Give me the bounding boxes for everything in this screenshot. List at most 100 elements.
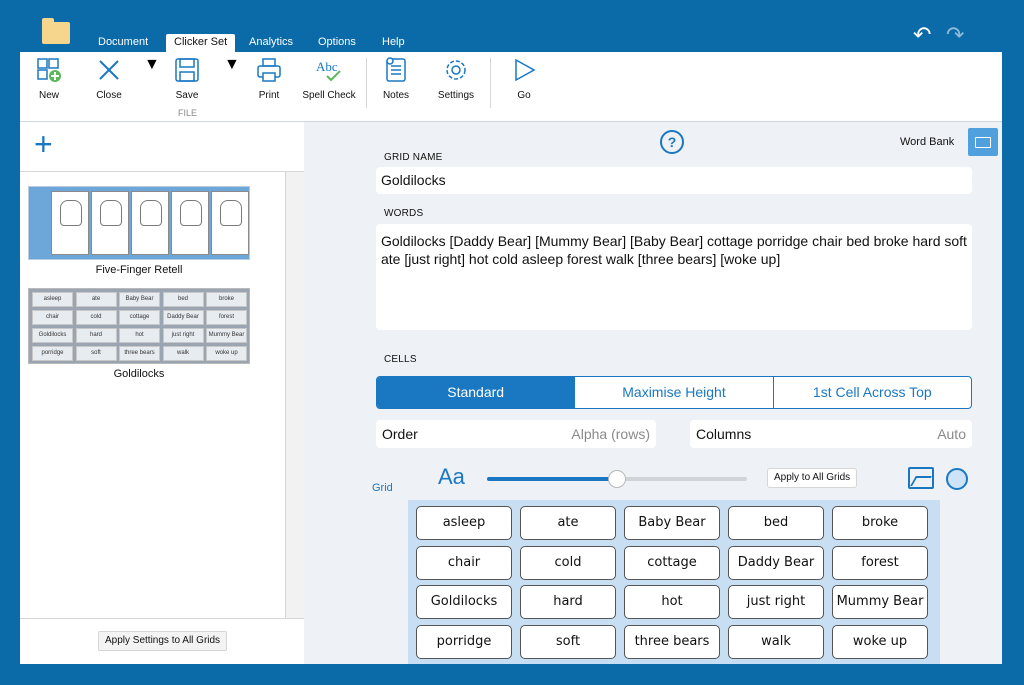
apply-settings-all-grids-button[interactable]: Apply Settings to All Grids	[98, 631, 228, 651]
word-bank-icon[interactable]	[968, 128, 998, 156]
five-finger-retell-preview	[28, 186, 250, 260]
hand-panel	[131, 191, 169, 255]
tab-help[interactable]: Help	[382, 36, 405, 48]
grid-cell[interactable]: hot	[624, 585, 720, 619]
set-name: Five-Finger Retell	[95, 264, 183, 276]
save-icon	[175, 58, 199, 82]
grid-cell[interactable]: just right	[728, 585, 824, 619]
add-icon[interactable]: +	[34, 128, 53, 160]
goldilocks-preview: asleep ate Baby Bear bed broke chair cold cotta…	[28, 288, 250, 364]
close-dropdown-arrow[interactable]: ▼	[144, 56, 160, 74]
circle-icon[interactable]	[946, 468, 968, 490]
grid-cell[interactable]: three bears	[624, 624, 720, 659]
grid-cell[interactable]: ate	[520, 506, 616, 540]
sidebar-header: +	[20, 122, 304, 172]
order-value: Alpha (rows)	[571, 426, 650, 442]
close-icon	[99, 60, 119, 80]
help-icon[interactable]: ?	[660, 130, 684, 154]
grid-cell[interactable]: Mummy Bear	[832, 585, 928, 619]
tab-options[interactable]: Options	[318, 36, 356, 48]
grid-cell[interactable]: porridge	[416, 624, 512, 659]
cell-mode-first-cell-across-top[interactable]: 1st Cell Across Top	[774, 377, 971, 408]
tab-clicker-set[interactable]: Clicker Set	[166, 34, 236, 52]
grid-cell[interactable]: broke	[832, 506, 928, 540]
folder-icon[interactable]	[42, 18, 70, 44]
order-label: Order	[382, 426, 418, 442]
columns-label: Columns	[696, 426, 752, 442]
hand-panel	[91, 191, 129, 255]
save-label: Save	[175, 90, 199, 101]
new-icon	[37, 58, 61, 82]
font-size-icon: Aa	[438, 464, 465, 489]
thumbnail-cell: soft	[75, 346, 117, 361]
set-thumbnail-goldilocks[interactable]: asleep ate Baby Bear bed broke chair cold cotta…	[28, 288, 250, 380]
thumbnail-cell: forest	[206, 310, 247, 325]
grid-cell[interactable]: soft	[520, 624, 616, 659]
thumbnail-cell: walk	[162, 346, 204, 361]
order-dropdown[interactable]: Order Alpha (rows)	[376, 420, 656, 448]
thumbnail-cell: Daddy Bear	[162, 310, 204, 325]
word-bank-label: Word Bank	[900, 136, 955, 148]
close-label: Close	[96, 90, 122, 101]
grid-cell[interactable]: chair	[416, 545, 512, 580]
thumbnail-cell: Mummy Bear	[206, 328, 247, 343]
close-button[interactable]: Close	[94, 56, 124, 101]
settings-icon	[446, 60, 466, 80]
grid-cell[interactable]: hard	[520, 585, 616, 619]
grid-cell[interactable]: walk	[728, 624, 824, 659]
thumbnail-cell: cottage	[119, 310, 160, 325]
image-icon[interactable]	[908, 467, 934, 489]
notes-button[interactable]: Notes	[380, 56, 412, 101]
spell-check-button[interactable]: Abc Spell Check	[302, 56, 356, 101]
set-name: Goldilocks	[113, 368, 165, 380]
slider-fill	[487, 477, 617, 481]
grid-cell[interactable]: bed	[728, 506, 824, 540]
notes-icon	[386, 57, 406, 82]
cell-mode-maximise-height[interactable]: Maximise Height	[575, 377, 774, 408]
grid-cell[interactable]: Baby Bear	[624, 506, 720, 540]
go-label: Go	[517, 90, 531, 101]
new-button[interactable]: New	[34, 56, 64, 101]
words-label: WORDS	[384, 208, 424, 219]
print-icon	[257, 58, 281, 82]
tab-document[interactable]: Document	[98, 36, 148, 48]
settings-button[interactable]: Settings	[436, 56, 476, 101]
undo-icon[interactable]: ↶	[913, 22, 931, 48]
save-dropdown-arrow[interactable]: ▼	[224, 56, 240, 74]
svg-text:Abc: Abc	[316, 59, 338, 74]
grid-cell[interactable]: Daddy Bear	[728, 545, 824, 580]
thumbnail-cell: porridge	[32, 346, 73, 361]
ribbon-separator	[490, 58, 491, 108]
redo-icon[interactable]: ↷	[946, 22, 964, 48]
thumbnail-cell: hard	[75, 328, 117, 343]
grid-preview: asleep ate Baby Bear bed broke chair cold cotta…	[408, 500, 940, 664]
grid-name-input[interactable]: Goldilocks	[376, 167, 972, 194]
cell-mode-standard[interactable]: Standard	[377, 377, 576, 408]
print-button[interactable]: Print	[254, 56, 284, 101]
hand-panel	[51, 191, 89, 255]
sidebar-scrollbar[interactable]	[286, 172, 304, 618]
go-button[interactable]: Go	[510, 56, 538, 101]
ribbon-toolbar: New Close ▼ Save ▼ FILE Print Abc Spell …	[20, 52, 1002, 122]
grid-cell[interactable]: woke up	[832, 624, 928, 659]
grid-cell[interactable]: forest	[832, 545, 928, 580]
grid-cell[interactable]: cottage	[624, 545, 720, 580]
words-textarea[interactable]: Goldilocks [Daddy Bear] [Mummy Bear] [Ba…	[376, 224, 972, 330]
columns-value: Auto	[937, 426, 966, 442]
apply-to-all-grids-button[interactable]: Apply to All Grids	[767, 468, 858, 488]
thumbnail-cell: woke up	[206, 346, 247, 361]
grid-cell[interactable]: Goldilocks	[416, 585, 512, 619]
columns-dropdown[interactable]: Columns Auto	[690, 420, 972, 448]
slider-knob[interactable]	[608, 470, 626, 488]
grid-cell[interactable]: asleep	[416, 506, 512, 540]
thumbnail-cell: Goldilocks	[32, 328, 73, 343]
notes-label: Notes	[382, 90, 410, 101]
save-button[interactable]: Save	[172, 56, 202, 101]
font-size-slider[interactable]	[487, 470, 747, 488]
thumbnail-cell: just right	[162, 328, 204, 343]
tab-analytics[interactable]: Analytics	[249, 36, 293, 48]
sets-sidebar: + Five-Finger Retell asleep ate Baby Bear b…	[20, 122, 304, 618]
hand-panel	[171, 191, 209, 255]
grid-cell[interactable]: cold	[520, 545, 616, 580]
set-thumbnail-five-finger-retell[interactable]: Five-Finger Retell	[28, 186, 250, 276]
